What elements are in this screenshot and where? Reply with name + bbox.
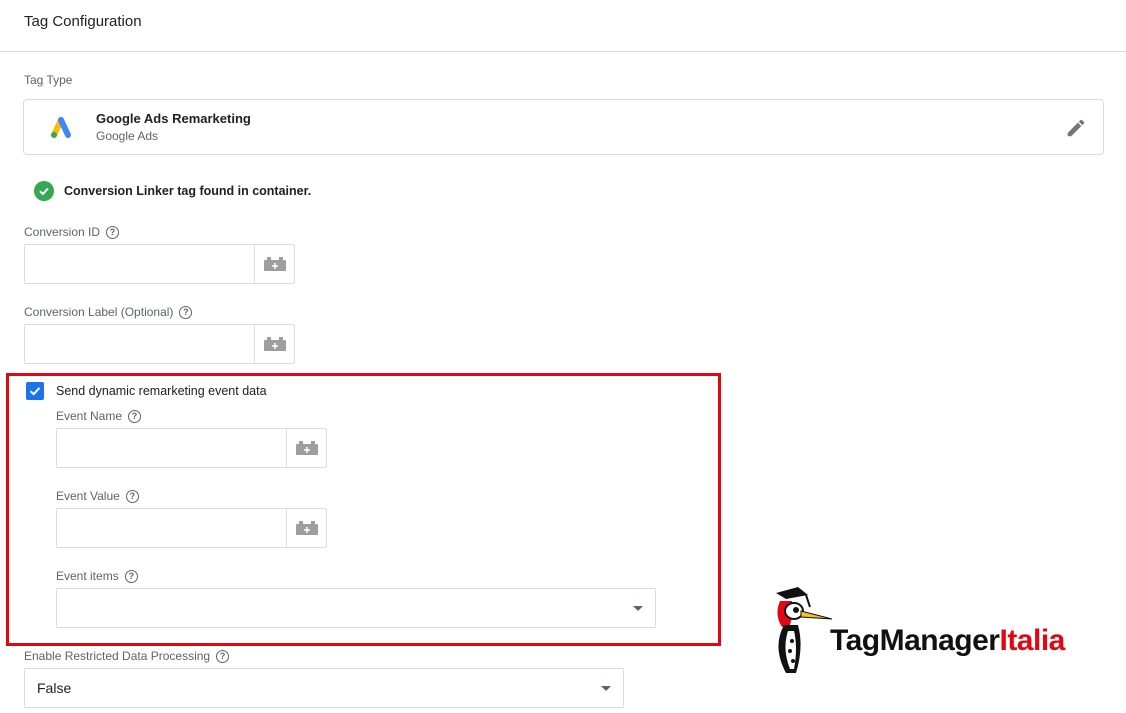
header-divider [0, 51, 1126, 52]
event-name-input[interactable] [56, 428, 286, 468]
conversion-label-label: Conversion Label (Optional) ? [24, 305, 193, 319]
pencil-icon[interactable] [1065, 117, 1087, 139]
help-icon[interactable]: ? [106, 225, 120, 239]
event-name-group [56, 428, 327, 468]
conversion-label-input[interactable] [24, 324, 254, 364]
help-icon[interactable]: ? [125, 489, 139, 503]
lego-brick-icon [263, 337, 286, 351]
lego-brick-icon [263, 257, 286, 271]
help-icon[interactable]: ? [128, 409, 142, 423]
google-ads-logo-icon [51, 117, 71, 138]
status-text: Conversion Linker tag found in container… [64, 184, 312, 198]
lego-brick-icon [295, 441, 318, 455]
checkmark-icon [29, 387, 41, 396]
tag-type-name: Google Ads Remarketing [96, 111, 251, 126]
tag-type-vendor: Google Ads [96, 129, 159, 143]
tag-type-label: Tag Type [24, 73, 73, 87]
check-circle-icon [34, 181, 54, 201]
dynamic-remarketing-label[interactable]: Send dynamic remarketing event data [56, 384, 267, 398]
conversion-id-input[interactable] [24, 244, 254, 284]
lego-brick-icon [295, 521, 318, 535]
event-value-group [56, 508, 327, 548]
event-value-input[interactable] [56, 508, 286, 548]
event-items-select[interactable] [56, 588, 656, 628]
tag-type-card[interactable]: Google Ads Remarketing Google Ads [23, 99, 1104, 155]
watermark-text: TagManagerItalia [830, 624, 1065, 657]
conversion-id-label: Conversion ID ? [24, 225, 120, 239]
chevron-down-icon [601, 685, 611, 691]
help-icon[interactable]: ? [124, 569, 138, 583]
restricted-data-select[interactable]: False [24, 668, 624, 708]
help-icon[interactable]: ? [179, 305, 193, 319]
dynamic-remarketing-checkbox[interactable] [26, 382, 44, 400]
event-items-label: Event items ? [56, 569, 138, 583]
variable-picker-button[interactable] [254, 324, 295, 364]
woodpecker-mascot-icon [776, 587, 833, 673]
variable-picker-button[interactable] [286, 508, 327, 548]
event-name-label: Event Name ? [56, 409, 142, 423]
variable-picker-button[interactable] [286, 428, 327, 468]
variable-picker-button[interactable] [254, 244, 295, 284]
conversion-label-group [24, 324, 295, 364]
tagmanageritalia-watermark: TagManagerItalia [768, 585, 1088, 680]
help-icon[interactable]: ? [216, 649, 230, 663]
conversion-id-group [24, 244, 295, 284]
chevron-down-icon [633, 605, 643, 611]
event-value-label: Event Value ? [56, 489, 139, 503]
conversion-linker-status: Conversion Linker tag found in container… [34, 181, 311, 201]
restricted-data-label: Enable Restricted Data Processing ? [24, 649, 230, 663]
page-title: Tag Configuration [24, 13, 142, 30]
